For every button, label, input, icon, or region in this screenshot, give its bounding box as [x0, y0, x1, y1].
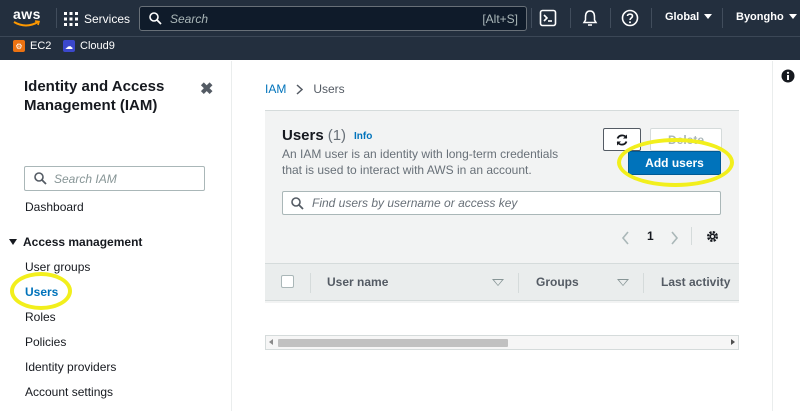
caret-down-icon	[9, 239, 17, 245]
pager-divider	[691, 227, 692, 245]
chevron-right-icon	[296, 83, 304, 95]
nav-divider	[610, 8, 611, 28]
scroll-right-icon[interactable]	[731, 339, 735, 345]
column-divider	[643, 273, 644, 293]
favorite-ec2[interactable]: ⚙ EC2	[13, 40, 51, 52]
sort-icon[interactable]	[617, 279, 629, 286]
chevron-down-icon	[704, 14, 713, 19]
sidebar-search-placeholder: Search IAM	[54, 172, 117, 186]
sidebar-item-dashboard[interactable]: Dashboard	[25, 200, 84, 214]
help-icon[interactable]	[621, 9, 639, 27]
info-icon[interactable]	[781, 69, 795, 83]
region-selector[interactable]: Global	[665, 11, 713, 23]
cloud9-icon: ☁	[63, 40, 75, 52]
filter-placeholder: Find users by username or access key	[312, 196, 518, 210]
column-last-activity[interactable]: Last activity	[661, 275, 730, 289]
user-filter-input[interactable]: Find users by username or access key	[282, 191, 721, 215]
previous-page-icon[interactable]	[621, 231, 630, 245]
account-username: Byongho	[736, 11, 784, 23]
sidebar: Identity and Access Management (IAM) ✖ S…	[0, 61, 232, 411]
column-groups[interactable]: Groups	[536, 275, 579, 289]
sidebar-title: Identity and Access Management (IAM)	[24, 78, 165, 114]
nav-divider	[56, 8, 57, 28]
users-table-header: User name Groups Last activity	[265, 263, 739, 301]
ec2-icon: ⚙	[13, 40, 25, 52]
nav-divider	[722, 8, 723, 28]
highlight-circle	[617, 138, 734, 187]
user-count: (1)	[327, 127, 347, 144]
search-shortcut: [Alt+S]	[482, 12, 518, 26]
favorite-label: EC2	[30, 40, 52, 52]
users-panel-description: An IAM user is an identity with long-ter…	[282, 147, 559, 177]
sidebar-item-policies[interactable]: Policies	[25, 335, 66, 349]
sidebar-section-access-management[interactable]: Access management	[9, 235, 142, 249]
gear-icon[interactable]	[705, 229, 720, 244]
nav-divider	[531, 8, 532, 28]
favorite-label: Cloud9	[80, 40, 115, 52]
sidebar-item-account-settings[interactable]: Account settings	[25, 385, 113, 399]
bell-icon[interactable]	[581, 9, 599, 27]
aws-logo[interactable]: aws	[12, 6, 42, 30]
sort-icon[interactable]	[492, 279, 504, 286]
horizontal-scrollbar[interactable]	[265, 335, 739, 350]
column-divider	[310, 273, 311, 293]
cloudshell-icon[interactable]	[539, 9, 557, 27]
breadcrumb-users: Users	[313, 82, 345, 96]
nav-divider	[570, 8, 571, 28]
users-panel-title: Users (1)	[282, 127, 346, 144]
refresh-icon	[616, 134, 628, 145]
highlight-circle	[10, 272, 72, 310]
close-icon[interactable]: ✖	[200, 79, 213, 99]
next-page-icon[interactable]	[670, 231, 679, 245]
help-rail	[772, 61, 800, 411]
search-icon	[34, 172, 47, 185]
info-link[interactable]: Info	[354, 131, 372, 142]
chevron-down-icon	[788, 14, 797, 19]
scroll-left-icon[interactable]	[269, 339, 273, 345]
sidebar-item-identity-providers[interactable]: Identity providers	[25, 360, 116, 374]
column-divider	[518, 273, 519, 293]
scrollbar-thumb[interactable]	[278, 339, 508, 347]
select-all-checkbox[interactable]	[281, 275, 294, 288]
sidebar-section-label: Access management	[23, 235, 143, 249]
breadcrumb: IAM Users	[265, 82, 345, 96]
favorites-bar	[0, 36, 800, 60]
search-placeholder: Search	[170, 12, 209, 26]
sidebar-search-input[interactable]: Search IAM	[24, 166, 205, 191]
nav-divider	[651, 8, 652, 28]
breadcrumb-iam[interactable]: IAM	[265, 82, 286, 96]
sidebar-item-roles[interactable]: Roles	[25, 310, 56, 324]
aws-smile-icon	[13, 20, 41, 27]
global-search-input[interactable]: Search [Alt+S]	[139, 6, 527, 31]
grid-icon	[64, 12, 78, 26]
account-menu[interactable]: Byongho	[736, 11, 797, 23]
current-page-number[interactable]: 1	[647, 229, 654, 243]
search-icon	[291, 197, 304, 210]
services-label: Services	[84, 12, 131, 26]
favorite-cloud9[interactable]: ☁ Cloud9	[63, 40, 115, 52]
panel-title-text: Users	[282, 127, 324, 144]
region-label: Global	[665, 11, 700, 23]
column-user-name[interactable]: User name	[327, 275, 388, 289]
search-icon	[149, 12, 162, 25]
services-menu[interactable]: Services	[64, 9, 130, 29]
